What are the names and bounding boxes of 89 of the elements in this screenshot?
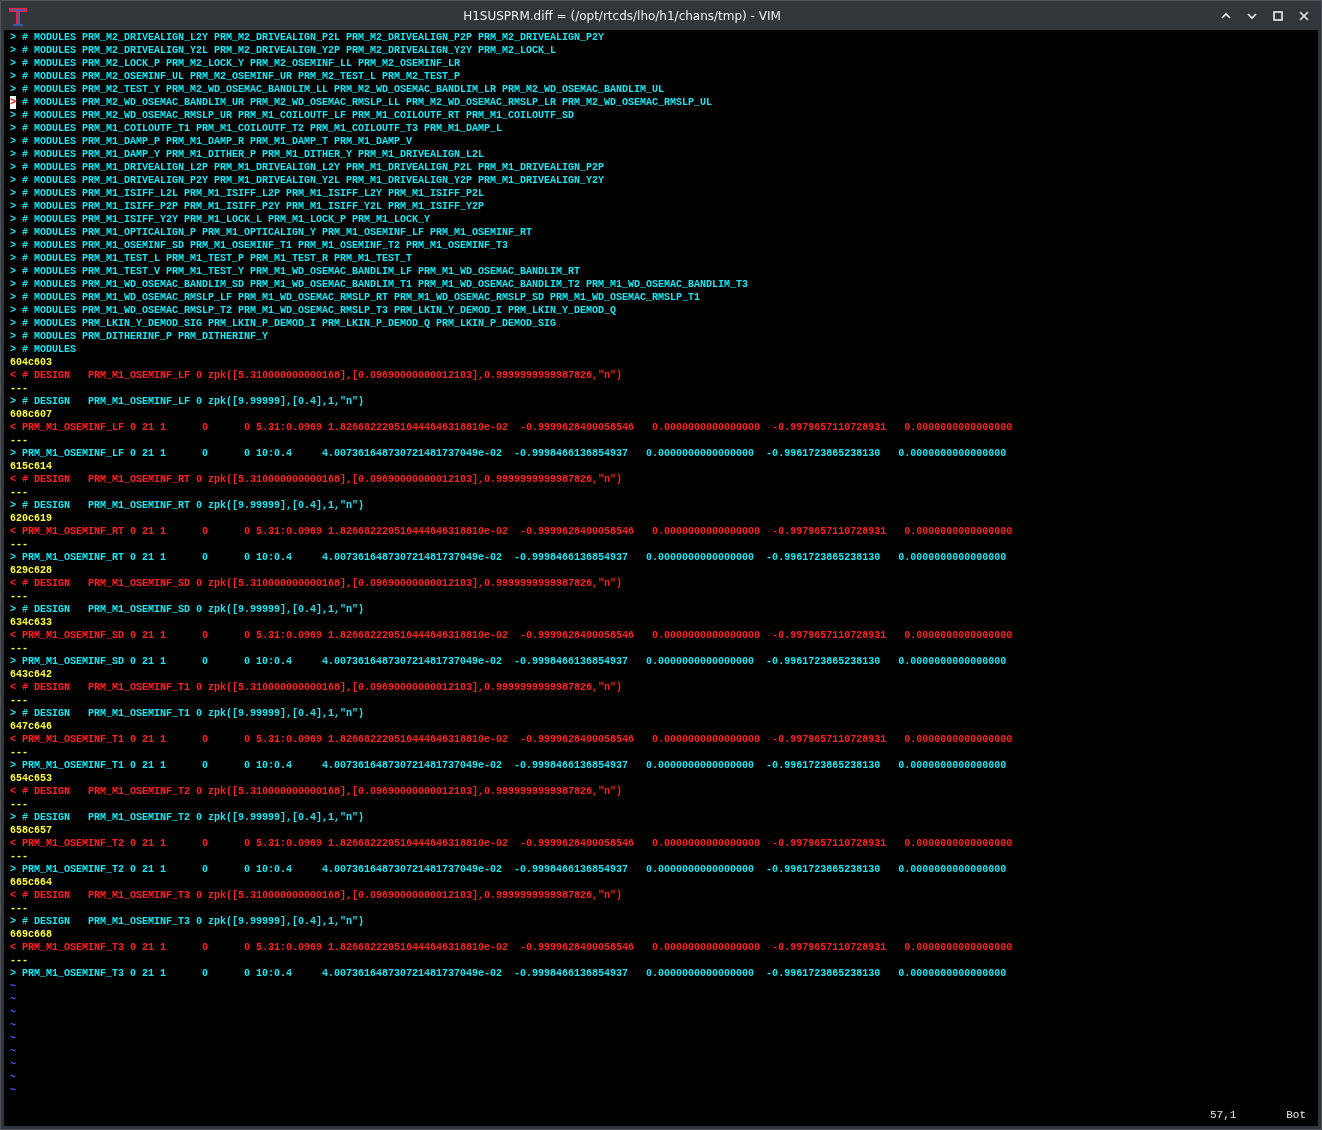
added-line: > # MODULES PRM_M1_TEST_V PRM_M1_TEST_Y PRM_M1_WD_OSEMAC_BANDLIM_LF PRM_M1_WD_OSEMAC_BANDLIM_RT [10,266,581,277]
chevron-up-icon [1221,10,1231,21]
hunk-header: 629c628 [10,565,52,576]
diff-separator: --- [10,955,28,966]
added-line: > # MODULES PRM_M1_WD_OSEMAC_RMSLP_T2 PRM_M1_WD_OSEMAC_RMSLP_T3 PRM_LKIN_Y_DEMOD_I PRM_LKIN_Y_DEMOD_Q [10,305,617,316]
empty-line-marker: ~ [10,1033,16,1044]
removed-line: < # DESIGN PRM_M1_OSEMINF_T1 0 zpk([5.310000000000168],[0.09690000000012103],0.9999999999987826,"n") [10,682,623,693]
diff-separator: --- [10,591,28,602]
added-line: > # MODULES PRM_M1_WD_OSEMAC_BANDLIM_SD PRM_M1_WD_OSEMAC_BANDLIM_T1 PRM_M1_WD_OSEMAC_BANDLIM_T2 PRM_M1_WD_OSEMAC_BANDLIM_T3 [10,279,749,290]
added-line: > # MODULES PRM_M2_TEST_Y PRM_M2_WD_OSEMAC_BANDLIM_LL PRM_M2_WD_OSEMAC_BANDLIM_LR PRM_M2_WD_OSEMAC_BANDLIM_UL [10,84,665,95]
empty-line-marker: ~ [10,1020,16,1031]
added-line: > # MODULES PRM_M1_WD_OSEMAC_RMSLP_LF PRM_M1_WD_OSEMAC_RMSLP_RT PRM_M1_WD_OSEMAC_RMSLP_SD PRM_M1_WD_OSEMAC_RMSLP_T1 [10,292,701,303]
hunk-header: 654c653 [10,773,52,784]
diff-separator: --- [10,695,28,706]
added-line: > # DESIGN PRM_M1_OSEMINF_T1 0 zpk([9.99999],[0.4],1,"n") [10,708,365,719]
hunk-header: 647c646 [10,721,52,732]
added-line: > # MODULES PRM_M1_OSEMINF_SD PRM_M1_OSEMINF_T1 PRM_M1_OSEMINF_T2 PRM_M1_OSEMINF_T3 [10,240,509,251]
added-line: > # MODULES PRM_M2_WD_OSEMAC_RMSLP_UR PRM_M1_COILOUTF_LF PRM_M1_COILOUTF_RT PRM_M1_COILOUTF_SD [10,110,575,121]
empty-line-marker: ~ [10,1007,16,1018]
diff-separator: --- [10,747,28,758]
added-line: > # MODULES PRM_LKIN_Y_DEMOD_SIG PRM_LKIN_P_DEMOD_I PRM_LKIN_P_DEMOD_Q PRM_LKIN_P_DEMOD_SIG [10,318,557,329]
removed-line: < PRM_M1_OSEMINF_T1 0 21 1 0 0 5.31:0.0969 1.826682220516444646318810e-02 -0.9999628400058546 0.0000000000000000 -0.9979657110728931 0.0000000000000000 [10,734,1013,745]
square-icon [1273,10,1283,21]
scroll-position: Bot [1286,1109,1306,1121]
removed-line: < # DESIGN PRM_M1_OSEMINF_T2 0 zpk([5.310000000000168],[0.09690000000012103],0.9999999999987826,"n") [10,786,623,797]
added-line: > # DESIGN PRM_M1_OSEMINF_T2 0 zpk([9.99999],[0.4],1,"n") [10,812,365,823]
added-line: > # MODULES PRM_M1_DAMP_Y PRM_M1_DITHER_P PRM_M1_DITHER_Y PRM_M1_DRIVEALIGN_L2L [10,149,485,160]
added-line: > # MODULES PRM_M2_LOCK_P PRM_M2_LOCK_Y PRM_M2_OSEMINF_LL PRM_M2_OSEMINF_LR [10,58,461,69]
added-line: > # MODULES PRM_M2_OSEMINF_UL PRM_M2_OSEMINF_UR PRM_M2_TEST_L PRM_M2_TEST_P [10,71,461,82]
added-line: > PRM_M1_OSEMINF_LF 0 21 1 0 0 10:0.4 4.007361648730721481737049e-02 -0.9998466136854937 0.0000000000000000 -0.9961723865238130 0.0000000000000000 [10,448,1007,459]
diff-separator: --- [10,539,28,550]
removed-line: < PRM_M1_OSEMINF_LF 0 21 1 0 0 5.31:0.0969 1.826682220516444646318810e-02 -0.9999628400058546 0.0000000000000000 -0.9979657110728931 0.0000000000000000 [10,422,1013,433]
added-line: > # MODULES PRM_M1_ISIFF_L2L PRM_M1_ISIFF_L2P PRM_M1_ISIFF_L2Y PRM_M1_ISIFF_P2L [10,188,485,199]
added-line: > # MODULES PRM_M1_DRIVEALIGN_L2P PRM_M1_DRIVEALIGN_L2Y PRM_M1_DRIVEALIGN_P2L PRM_M1_DRIVEALIGN_P2P [10,162,605,173]
diff-separator: --- [10,487,28,498]
added-line: > # MODULES PRM_M2_DRIVEALIGN_Y2L PRM_M2_DRIVEALIGN_Y2P PRM_M2_DRIVEALIGN_Y2Y PRM_M2_LOCK_L [10,45,557,56]
window-title: H1SUSPRM.diff = (/opt/rtcds/lho/h1/chans/tmp) - VIM [462,8,782,23]
removed-line: < PRM_M1_OSEMINF_SD 0 21 1 0 0 5.31:0.0969 1.826682220516444646318810e-02 -0.9999628400058546 0.0000000000000000 -0.9979657110728931 0.0000000000000000 [10,630,1013,641]
added-line: > PRM_M1_OSEMINF_SD 0 21 1 0 0 10:0.4 4.007361648730721481737049e-02 -0.9998466136854937 0.0000000000000000 -0.9961723865238130 0.0000000000000000 [10,656,1007,667]
empty-line-marker: ~ [10,1085,16,1096]
diff-separator: --- [10,903,28,914]
chevron-down-icon [1247,10,1257,21]
added-line: > # MODULES PRM_M1_COILOUTF_T1 PRM_M1_COILOUTF_T2 PRM_M1_COILOUTF_T3 PRM_M1_DAMP_L [10,123,503,134]
empty-line-marker: ~ [10,1072,16,1083]
empty-line-marker: ~ [10,994,16,1005]
added-line: > # DESIGN PRM_M1_OSEMINF_LF 0 zpk([9.99999],[0.4],1,"n") [10,396,365,407]
empty-line-marker: ~ [10,1046,16,1057]
hunk-header: 615c614 [10,461,52,472]
hunk-header: 608c607 [10,409,52,420]
added-line: > # MODULES PRM_M1_OPTICALIGN_P PRM_M1_OPTICALIGN_Y PRM_M1_OSEMINF_LF PRM_M1_OSEMINF_RT [10,227,533,238]
added-line: > # MODULES PRM_M2_WD_OSEMAC_BANDLIM_UR PRM_M2_WD_OSEMAC_RMSLP_LL PRM_M2_WD_OSEMAC_RMSLP_LR PRM_M2_WD_OSEMAC_RMSLP_UL [10,97,713,108]
added-line: > # DESIGN PRM_M1_OSEMINF_RT 0 zpk([9.99999],[0.4],1,"n") [10,500,365,511]
added-line: > # MODULES PRM_M2_DRIVEALIGN_L2Y PRM_M2_DRIVEALIGN_P2L PRM_M2_DRIVEALIGN_P2P PRM_M2_DRIVEALIGN_P2Y [10,32,605,43]
removed-line: < PRM_M1_OSEMINF_T2 0 21 1 0 0 5.31:0.0969 1.826682220516444646318810e-02 -0.9999628400058546 0.0000000000000000 -0.9979657110728931 0.0000000000000000 [10,838,1013,849]
added-line: > PRM_M1_OSEMINF_RT 0 21 1 0 0 10:0.4 4.007361648730721481737049e-02 -0.9998466136854937 0.0000000000000000 -0.9961723865238130 0.0000000000000000 [10,552,1007,563]
added-line: > # MODULES PRM_M1_ISIFF_Y2Y PRM_M1_LOCK_L PRM_M1_LOCK_P PRM_M1_LOCK_Y [10,214,431,225]
diff-separator: --- [10,851,28,862]
removed-line: < PRM_M1_OSEMINF_T3 0 21 1 0 0 5.31:0.0969 1.826682220516444646318810e-02 -0.9999628400058546 0.0000000000000000 -0.9979657110728931 0.0000000000000000 [10,942,1013,953]
removed-line: < # DESIGN PRM_M1_OSEMINF_T3 0 zpk([5.310000000000168],[0.09690000000012103],0.9999999999987826,"n") [10,890,623,901]
added-line: > # MODULES [10,344,76,355]
diff-separator: --- [10,643,28,654]
cursor-position: 57,1 [1210,1109,1237,1121]
added-line: > # MODULES PRM_M1_TEST_L PRM_M1_TEST_P PRM_M1_TEST_R PRM_M1_TEST_T [10,253,413,264]
hunk-header: 669c668 [10,929,52,940]
added-line: > # MODULES PRM_M1_ISIFF_P2P PRM_M1_ISIFF_P2Y PRM_M1_ISIFF_Y2L PRM_M1_ISIFF_Y2P [10,201,485,212]
added-line: > PRM_M1_OSEMINF_T1 0 21 1 0 0 10:0.4 4.007361648730721481737049e-02 -0.9998466136854937 0.0000000000000000 -0.9961723865238130 0.0000000000000000 [10,760,1007,771]
removed-line: < # DESIGN PRM_M1_OSEMINF_SD 0 zpk([5.310000000000168],[0.09690000000012103],0.9999999999987826,"n") [10,578,623,589]
hunk-header: 665c664 [10,877,52,888]
diff-separator: --- [10,435,28,446]
added-line: > # MODULES PRM_DITHERINF_P PRM_DITHERINF_Y [10,331,269,342]
empty-line-marker: ~ [10,1059,16,1070]
removed-line: < # DESIGN PRM_M1_OSEMINF_RT 0 zpk([5.310000000000168],[0.09690000000012103],0.9999999999987826,"n") [10,474,623,485]
removed-line: < # DESIGN PRM_M1_OSEMINF_LF 0 zpk([5.310000000000168],[0.09690000000012103],0.9999999999987826,"n") [10,370,623,381]
diff-separator: --- [10,383,28,394]
added-line: > PRM_M1_OSEMINF_T3 0 21 1 0 0 10:0.4 4.007361648730721481737049e-02 -0.9998466136854937 0.0000000000000000 -0.9961723865238130 0.0000000000000000 [10,968,1007,979]
hunk-header: 643c642 [10,669,52,680]
diff-separator: --- [10,799,28,810]
added-line: > # MODULES PRM_M1_DAMP_P PRM_M1_DAMP_R PRM_M1_DAMP_T PRM_M1_DAMP_V [10,136,413,147]
added-line: > PRM_M1_OSEMINF_T2 0 21 1 0 0 10:0.4 4.007361648730721481737049e-02 -0.9998466136854937 0.0000000000000000 -0.9961723865238130 0.0000000000000000 [10,864,1007,875]
hunk-header: 634c633 [10,617,52,628]
hunk-header: 604c603 [10,357,52,368]
added-line: > # DESIGN PRM_M1_OSEMINF_SD 0 zpk([9.99999],[0.4],1,"n") [10,604,365,615]
hunk-header: 620c619 [10,513,52,524]
close-icon [1299,10,1309,21]
added-line: > # DESIGN PRM_M1_OSEMINF_T3 0 zpk([9.99999],[0.4],1,"n") [10,916,365,927]
hunk-header: 658c657 [10,825,52,836]
added-line: > # MODULES PRM_M1_DRIVEALIGN_P2Y PRM_M1_DRIVEALIGN_Y2L PRM_M1_DRIVEALIGN_Y2P PRM_M1_DRIVEALIGN_Y2Y [10,175,605,186]
removed-line: < PRM_M1_OSEMINF_RT 0 21 1 0 0 5.31:0.0969 1.826682220516444646318810e-02 -0.9999628400058546 0.0000000000000000 -0.9979657110728931 0.0000000000000000 [10,526,1013,537]
empty-line-marker: ~ [10,981,16,992]
